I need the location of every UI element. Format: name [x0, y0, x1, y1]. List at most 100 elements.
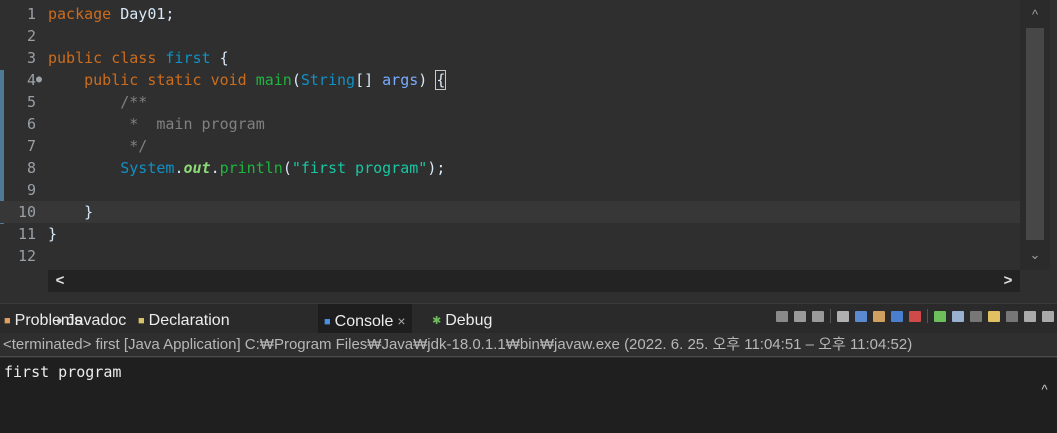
tab-debug[interactable]: ✱ Debug	[432, 304, 492, 334]
terminate-icon[interactable]	[776, 310, 788, 322]
tab-label: Declaration	[148, 312, 230, 329]
code-token: public	[84, 71, 139, 89]
dropdown-icon[interactable]	[970, 310, 982, 322]
tab-label: Javadoc	[66, 312, 127, 329]
remove-all-terminated-icon[interactable]	[812, 310, 824, 322]
code-line[interactable]: 8 System.out.println("first program");	[0, 157, 1020, 179]
code-token: }	[48, 203, 94, 221]
code-text: System.out.println("first program");	[48, 157, 445, 179]
console-text: first program	[4, 363, 122, 381]
editor-vertical-scrollbar[interactable]: ^ ⌄	[1020, 0, 1050, 270]
remove-launch-icon[interactable]	[794, 310, 806, 322]
code-line[interactable]: 1 package Day01;	[0, 3, 1020, 25]
code-token: args	[382, 71, 419, 89]
code-area[interactable]: 1 package Day01; 2 3 public class first {4 ● …	[0, 3, 1020, 269]
code-line[interactable]: 5 /**	[0, 91, 1020, 113]
show-on-stdout-icon[interactable]	[891, 310, 903, 322]
code-token: package	[48, 5, 112, 23]
tab-label: Console	[334, 313, 394, 330]
console-toolbar	[773, 304, 1057, 328]
code-token: void	[210, 71, 247, 89]
code-line[interactable]: 11}	[0, 223, 1020, 245]
code-token: (	[291, 71, 301, 89]
code-line[interactable]: 6 * main program	[0, 113, 1020, 135]
scroll-thumb[interactable]	[1026, 28, 1044, 240]
maximize-icon[interactable]	[1042, 310, 1054, 322]
code-token: (	[282, 159, 292, 177]
code-line[interactable]: 10 }	[0, 201, 1020, 223]
code-token: System	[120, 159, 175, 177]
line-number: 2	[26, 27, 36, 45]
override-marker-icon: ●	[36, 74, 43, 85]
line-number: 10	[17, 203, 36, 221]
code-token: "first program"	[291, 159, 428, 177]
code-token: first	[165, 49, 211, 67]
panel-tab-bar: ■ Problems ● Javadoc ■ Declaration ■ Console × ✱ D…	[0, 303, 1057, 334]
code-line[interactable]: 12	[0, 245, 1020, 267]
show-on-stderr-icon[interactable]	[909, 310, 921, 322]
dropdown-icon[interactable]	[1006, 310, 1018, 322]
console-scrollbar[interactable]: ^	[1032, 358, 1057, 433]
scroll-down-icon[interactable]: ⌄	[1020, 244, 1050, 266]
code-text: }	[48, 223, 57, 245]
tab-javadoc[interactable]: ● Javadoc	[56, 304, 126, 334]
code-token: */	[48, 137, 148, 155]
open-console-icon[interactable]	[988, 310, 1000, 322]
console-output[interactable]: first program ^	[0, 358, 1057, 433]
clear-console-icon[interactable]	[837, 310, 849, 322]
code-text: /**	[48, 91, 147, 113]
line-number: 8	[26, 159, 36, 177]
display-console-icon[interactable]	[952, 310, 964, 322]
code-token: {	[435, 70, 447, 90]
code-line[interactable]: 3 public class first {	[0, 47, 1020, 69]
code-token: String	[300, 71, 356, 89]
console-status: <terminated> first [Java Application] C:…	[0, 333, 1057, 357]
line-number: 5	[26, 93, 36, 111]
code-line[interactable]: 2	[0, 25, 1020, 47]
toolbar-separator	[927, 309, 928, 323]
code-text: public static void main(String[] args) {	[48, 69, 447, 91]
scroll-lock-icon[interactable]	[855, 310, 867, 322]
code-token: static	[147, 71, 202, 89]
code-text: public class first {	[48, 47, 229, 69]
line-number: 9	[26, 181, 36, 199]
line-number: 12	[17, 247, 36, 265]
code-token: main	[255, 71, 292, 89]
line-number: 6	[26, 115, 36, 133]
code-token: Day01;	[111, 5, 175, 23]
code-token: );	[427, 159, 446, 177]
minimize-icon[interactable]	[1024, 310, 1036, 322]
tab-declaration[interactable]: ■ Declaration	[138, 304, 230, 334]
code-token: class	[111, 49, 157, 67]
scroll-up-icon[interactable]: ^	[1020, 4, 1050, 26]
code-token: public	[48, 49, 103, 67]
word-wrap-icon[interactable]	[873, 310, 885, 322]
scroll-right-icon[interactable]: >	[996, 270, 1020, 292]
code-token: out	[183, 159, 211, 177]
code-text: package Day01;	[48, 3, 174, 25]
line-number: 1	[26, 5, 36, 23]
scroll-up-icon[interactable]: ^	[1032, 382, 1057, 397]
pin-console-icon[interactable]	[934, 310, 946, 322]
toolbar-separator	[830, 309, 831, 323]
code-token: {	[210, 49, 229, 67]
editor-horizontal-scrollbar[interactable]: < >	[48, 270, 1020, 292]
code-line[interactable]: 9	[0, 179, 1020, 201]
tab-console[interactable]: ■ Console ×	[318, 304, 412, 334]
line-number: 4	[26, 71, 36, 89]
scroll-left-icon[interactable]: <	[48, 270, 72, 292]
code-token: * main program	[48, 115, 265, 133]
code-token: println	[219, 159, 283, 177]
code-token: )	[418, 71, 437, 89]
code-token: []	[355, 71, 383, 89]
tab-label: Debug	[445, 312, 493, 329]
code-editor[interactable]: 1 package Day01; 2 3 public class first {4 ● …	[0, 0, 1057, 295]
code-line[interactable]: 7 */	[0, 135, 1020, 157]
close-icon[interactable]: ×	[397, 313, 405, 329]
code-line[interactable]: 4 ● public static void main(String[] args…	[0, 69, 1020, 91]
